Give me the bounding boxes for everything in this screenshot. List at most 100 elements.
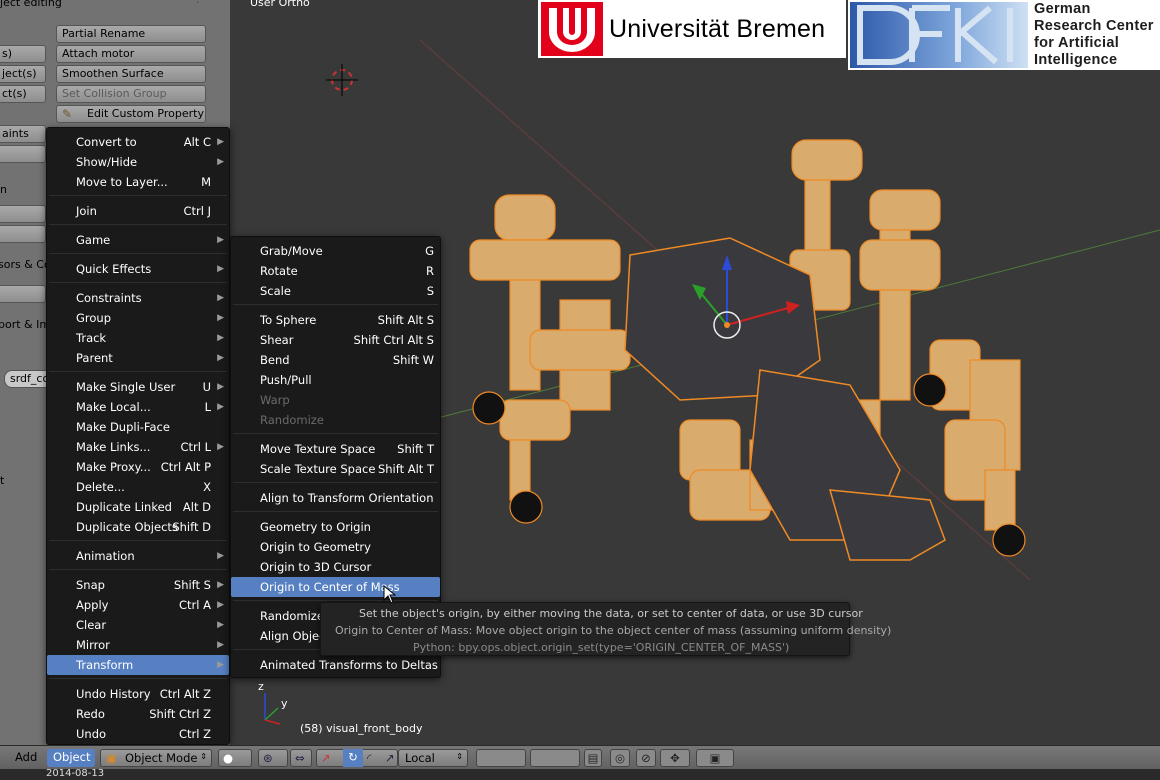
- menu-item-make-links[interactable]: Make Links... Ctrl L ▶: [47, 437, 229, 457]
- panel-grip-icon[interactable]: ⋰: [196, 0, 210, 8]
- orientation-selector[interactable]: Local ⇕: [398, 749, 468, 767]
- menu-item-delete[interactable]: Delete... X: [47, 477, 229, 497]
- menu-item-transform[interactable]: Transform ▶: [47, 655, 229, 675]
- menu-item-apply[interactable]: Apply Ctrl A ▶: [47, 595, 229, 615]
- menu-item-game[interactable]: Game ▶: [47, 230, 229, 250]
- menu-separator: [49, 678, 227, 679]
- snap-icon[interactable]: ⊘: [636, 749, 656, 767]
- menu-item-label: Shear: [260, 333, 294, 347]
- menu-item-make-proxy[interactable]: Make Proxy... Ctrl Alt P: [47, 457, 229, 477]
- menu-item-label: Delete...: [76, 480, 125, 494]
- menu-item-label: Move to Layer...: [76, 175, 168, 189]
- menu-item-shortcut: Ctrl J: [183, 204, 211, 218]
- menu-item-clear[interactable]: Clear ▶: [47, 615, 229, 635]
- pivot-selector[interactable]: ⊛: [258, 749, 288, 767]
- edit-custom-property-button[interactable]: ✎ Edit Custom Property: [56, 105, 206, 123]
- menu-item-undo-history[interactable]: Undo History Ctrl Alt Z: [47, 684, 229, 704]
- menu-item-label: Undo History: [76, 687, 151, 701]
- menu-item-label: Randomize: [260, 413, 324, 427]
- left-button-7[interactable]: [0, 225, 46, 243]
- left-button-6[interactable]: [0, 205, 46, 223]
- set-collision-group-button[interactable]: Set Collision Group: [56, 85, 206, 103]
- rotate-icon[interactable]: ↻: [343, 749, 363, 767]
- menu-item-label: Snap: [76, 578, 105, 592]
- menu-item-shortcut: Shift S: [173, 578, 211, 592]
- scale-icon: ◜: [367, 751, 372, 765]
- partial-rename-button[interactable]: Partial Rename: [56, 25, 206, 43]
- menu-item-undo[interactable]: Undo Ctrl Z: [47, 724, 229, 744]
- mode-selector[interactable]: ▣ Object Mode ⇕: [100, 749, 212, 767]
- menu-item-shortcut: Alt C: [183, 135, 211, 149]
- menu-item-label: Join: [76, 204, 97, 218]
- menu-item-shortcut: Ctrl Alt Z: [159, 687, 211, 701]
- axis-widget: [264, 693, 281, 725]
- attach-motor-button[interactable]: Attach motor: [56, 45, 206, 63]
- manipulator-toggle[interactable]: ⇔: [290, 749, 312, 767]
- menu-item-origin-to-geometry[interactable]: Origin to Geometry: [231, 537, 440, 557]
- left-button-8[interactable]: [0, 285, 46, 303]
- object-menu-button[interactable]: Object: [47, 749, 95, 767]
- shading-selector[interactable]: ●: [218, 749, 252, 767]
- menu-item-origin-to-center-of-mass[interactable]: Origin to Center of Mass: [231, 577, 440, 597]
- menu-item-move-texture-space[interactable]: Move Texture Space Shift T: [231, 439, 440, 459]
- proportional-edit-icon[interactable]: ◎: [610, 749, 630, 767]
- menu-item-parent[interactable]: Parent ▶: [47, 348, 229, 368]
- left-button-1[interactable]: s): [0, 45, 46, 63]
- menu-separator: [49, 282, 227, 283]
- menu-item-grab-move[interactable]: Grab/Move G: [231, 241, 440, 261]
- menu-item-geometry-to-origin[interactable]: Geometry to Origin: [231, 517, 440, 537]
- menu-item-join[interactable]: Join Ctrl J: [47, 201, 229, 221]
- menu-item-track[interactable]: Track ▶: [47, 328, 229, 348]
- layers-grid-2[interactable]: [530, 749, 580, 767]
- menu-item-rotate[interactable]: Rotate R: [231, 261, 440, 281]
- menu-item-to-sphere[interactable]: To Sphere Shift Alt S: [231, 310, 440, 330]
- menu-item-quick-effects[interactable]: Quick Effects ▶: [47, 259, 229, 279]
- menu-item-group[interactable]: Group ▶: [47, 308, 229, 328]
- menu-item-animated-transforms-to-deltas[interactable]: Animated Transforms to Deltas: [231, 655, 440, 675]
- smoothen-surface-button[interactable]: Smoothen Surface: [56, 65, 206, 83]
- viewport-header: Add Object ▣ Object Mode ⇕ ● ⊛ ⇔ ↗ ↻ ◜ ↗…: [0, 745, 1160, 769]
- menu-item-randomize: Randomize: [231, 410, 440, 430]
- menu-item-duplicate-objects[interactable]: Duplicate Objects Shift D: [47, 517, 229, 537]
- menu-item-snap[interactable]: Snap Shift S ▶: [47, 575, 229, 595]
- menu-item-scale-texture-space[interactable]: Scale Texture Space Shift Alt T: [231, 459, 440, 479]
- menu-item-align-to-transform-orientation[interactable]: Align to Transform Orientation: [231, 488, 440, 508]
- menu-item-convert-to[interactable]: Convert to Alt C ▶: [47, 132, 229, 152]
- menu-item-label: Duplicate Objects: [76, 520, 178, 534]
- menu-item-make-dupli-face[interactable]: Make Dupli-Face: [47, 417, 229, 437]
- menu-item-move-to-layer[interactable]: Move to Layer... M: [47, 172, 229, 192]
- add-menu[interactable]: Add: [10, 749, 42, 767]
- menu-item-duplicate-linked[interactable]: Duplicate Linked Alt D: [47, 497, 229, 517]
- menu-item-show-hide[interactable]: Show/Hide ▶: [47, 152, 229, 172]
- menu-separator: [49, 253, 227, 254]
- left-button-4[interactable]: aints: [0, 125, 46, 143]
- 3d-cursor[interactable]: [326, 64, 358, 96]
- menu-item-make-local[interactable]: Make Local... L ▶: [47, 397, 229, 417]
- menu-item-origin-to-3d-cursor[interactable]: Origin to 3D Cursor: [231, 557, 440, 577]
- menu-item-constraints[interactable]: Constraints ▶: [47, 288, 229, 308]
- menu-item-shear[interactable]: Shear Shift Ctrl Alt S: [231, 330, 440, 350]
- render-icon[interactable]: ▣: [696, 749, 734, 767]
- menu-item-scale[interactable]: Scale S: [231, 281, 440, 301]
- snap-target-icon[interactable]: ✥: [660, 749, 690, 767]
- left-button-2[interactable]: ject(s): [0, 65, 46, 83]
- menu-item-shortcut: Ctrl Alt P: [160, 460, 211, 474]
- menu-item-push-pull[interactable]: Push/Pull: [231, 370, 440, 390]
- view-label: User Ortho: [250, 0, 310, 9]
- shading-solid-icon: ●: [223, 751, 234, 765]
- submenu-arrow-icon: ▶: [217, 235, 224, 245]
- bremen-seal-icon: [541, 2, 603, 56]
- status-date: 2014-08-13: [46, 769, 105, 779]
- menu-item-make-single-user[interactable]: Make Single User U ▶: [47, 377, 229, 397]
- manipulator-types[interactable]: ↗ ↻ ◜ ↗: [316, 749, 398, 767]
- menu-item-animation[interactable]: Animation ▶: [47, 546, 229, 566]
- left-button-3[interactable]: ct(s): [0, 85, 46, 103]
- menu-item-label: Mirror: [76, 638, 110, 652]
- menu-item-mirror[interactable]: Mirror ▶: [47, 635, 229, 655]
- menu-item-redo[interactable]: Redo Shift Ctrl Z: [47, 704, 229, 724]
- lock-icon[interactable]: ▤: [584, 749, 602, 767]
- left-button-5[interactable]: [0, 145, 46, 163]
- layers-grid-1[interactable]: [476, 749, 526, 767]
- menu-item-label: To Sphere: [260, 313, 317, 327]
- menu-item-bend[interactable]: Bend Shift W: [231, 350, 440, 370]
